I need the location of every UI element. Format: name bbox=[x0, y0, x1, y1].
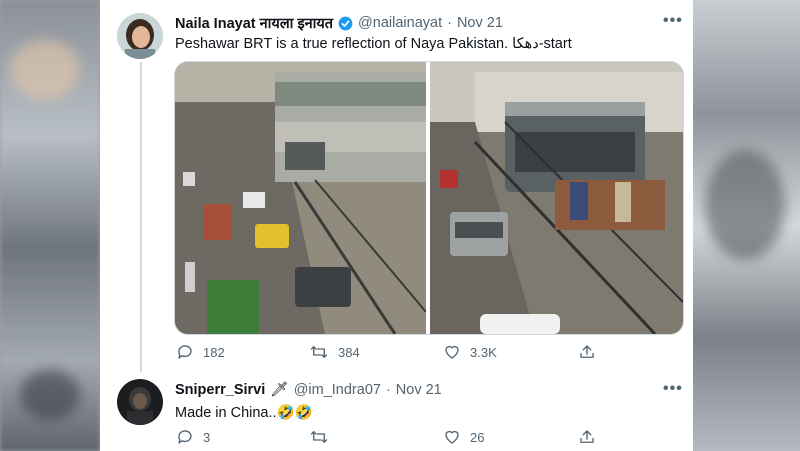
tweet-text: Peshawar BRT is a true reflection of Nay… bbox=[175, 36, 572, 52]
more-icon[interactable]: ••• bbox=[663, 380, 683, 398]
retweet-button[interactable] bbox=[309, 428, 443, 446]
reply-button[interactable]: 3 bbox=[176, 428, 309, 446]
background-blob bbox=[10, 40, 80, 100]
reply-header: Sniperr_Sirvi 🗡 @im_Indra07 · Nov 21 bbox=[175, 381, 442, 399]
background-blob bbox=[20, 370, 80, 420]
author-handle[interactable]: @nailainayat bbox=[358, 15, 442, 31]
reply-author-avatar[interactable] bbox=[117, 379, 163, 425]
share-button[interactable] bbox=[578, 428, 596, 446]
reply-author-name[interactable]: Sniperr_Sirvi bbox=[175, 382, 265, 398]
like-icon bbox=[445, 430, 459, 444]
like-icon bbox=[445, 345, 459, 359]
tweet-date[interactable]: Nov 21 bbox=[457, 15, 503, 31]
photo-left bbox=[175, 62, 427, 334]
share-icon bbox=[580, 430, 594, 443]
media-photos bbox=[175, 62, 683, 334]
like-button[interactable]: 26 bbox=[443, 428, 578, 446]
retweet-count: 384 bbox=[338, 344, 360, 360]
photo-right bbox=[430, 62, 683, 334]
reply-date[interactable]: Nov 21 bbox=[396, 382, 442, 398]
reply-count: 3 bbox=[203, 429, 211, 445]
verified-badge-icon bbox=[338, 16, 353, 30]
reply-text: Made in China..🤣🤣 bbox=[175, 405, 313, 421]
reply-author-handle[interactable]: @im_Indra07 bbox=[294, 382, 381, 398]
reply-actions: 3 26 bbox=[176, 428, 686, 446]
tweet-media[interactable] bbox=[174, 61, 684, 335]
dagger-emoji: 🗡 bbox=[270, 382, 289, 398]
reply-count: 182 bbox=[203, 344, 225, 360]
share-button[interactable] bbox=[578, 343, 596, 361]
author-avatar[interactable] bbox=[117, 13, 163, 59]
background-blob bbox=[705, 150, 785, 260]
tweet-header: Naila Inayat नायला इनायत @nailainayat · … bbox=[175, 13, 503, 33]
like-count: 26 bbox=[470, 429, 485, 445]
separator-dot: · bbox=[447, 15, 452, 31]
tweet-actions: 182 384 3.3K bbox=[176, 343, 686, 361]
reply-icon bbox=[178, 430, 192, 444]
author-name[interactable]: Naila Inayat नायला इनायत bbox=[175, 13, 333, 33]
more-icon[interactable]: ••• bbox=[663, 12, 683, 30]
retweet-icon bbox=[310, 346, 328, 358]
reply-icon bbox=[178, 345, 192, 359]
retweet-button[interactable]: 384 bbox=[309, 343, 443, 361]
reply-button[interactable]: 182 bbox=[176, 343, 309, 361]
retweet-icon bbox=[310, 431, 328, 443]
share-icon bbox=[580, 345, 594, 358]
like-count: 3.3K bbox=[470, 344, 497, 360]
tweet-card: Naila Inayat नायला इनायत @nailainayat · … bbox=[100, 0, 693, 451]
separator-dot: · bbox=[385, 381, 391, 398]
thread-line bbox=[140, 62, 142, 372]
like-button[interactable]: 3.3K bbox=[443, 343, 578, 361]
